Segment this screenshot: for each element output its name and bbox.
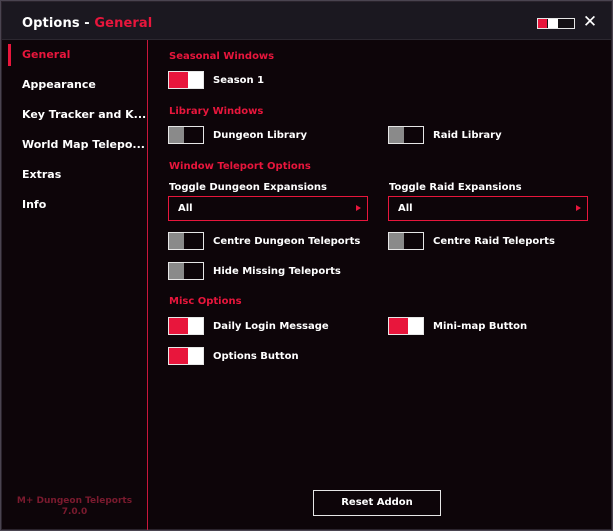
sidebar-item-general[interactable]: General <box>2 44 147 66</box>
options-button-label: Options Button <box>213 351 299 362</box>
toggle-knob <box>548 19 558 28</box>
centre-dungeon-teleports-label: Centre Dungeon Teleports <box>213 236 361 247</box>
raid-library-label: Raid Library <box>433 130 502 141</box>
options-window: Options - General ✕ General Appearance K… <box>0 0 613 531</box>
hide-missing-teleports-label: Hide Missing Teleports <box>213 266 341 277</box>
raid-expansions-value: All <box>398 203 413 214</box>
window-title: Options - General <box>22 16 152 31</box>
dungeon-library-label: Dungeon Library <box>213 130 308 141</box>
addon-name: M+ Dungeon Teleports <box>16 496 133 506</box>
sidebar-item-info[interactable]: Info <box>2 194 147 216</box>
sidebar-item-extras[interactable]: Extras <box>2 164 147 186</box>
raid-expansions-dropdown[interactable]: All <box>388 196 588 221</box>
main-panel: Seasonal Windows Season 1 Library Window… <box>148 40 611 530</box>
daily-login-message-label: Daily Login Message <box>213 321 329 332</box>
dungeon-library-toggle[interactable] <box>168 126 204 144</box>
addon-version: 7.0.0 <box>61 507 88 517</box>
centre-raid-teleports-toggle[interactable] <box>388 232 424 250</box>
toggle-fill <box>538 19 547 28</box>
reset-addon-button[interactable]: Reset Addon <box>313 490 441 516</box>
window-mode-toggle[interactable] <box>537 18 575 29</box>
centre-raid-teleports-label: Centre Raid Teleports <box>433 236 555 247</box>
dropdown-arrow-icon <box>356 205 361 211</box>
dropdown-arrow-icon <box>576 205 581 211</box>
centre-dungeon-teleports-toggle[interactable] <box>168 232 204 250</box>
seasonal-windows-heading: Seasonal Windows <box>169 51 275 62</box>
hide-missing-teleports-toggle[interactable] <box>168 262 204 280</box>
misc-options-heading: Misc Options <box>169 296 242 307</box>
dungeon-expansions-value: All <box>178 203 193 214</box>
close-icon[interactable]: ✕ <box>582 14 598 31</box>
sidebar-item-appearance[interactable]: Appearance <box>2 74 147 96</box>
raid-expansions-label: Toggle Raid Expansions <box>389 182 522 193</box>
season-1-label: Season 1 <box>213 75 265 86</box>
title-prefix: Options - <box>22 16 95 31</box>
title-bar[interactable]: Options - General ✕ <box>2 2 611 40</box>
options-button-toggle[interactable] <box>168 347 204 365</box>
window-teleport-options-heading: Window Teleport Options <box>169 161 311 172</box>
sidebar-item-world-map[interactable]: World Map Telepo... <box>2 134 147 156</box>
season-1-toggle[interactable] <box>168 71 204 89</box>
daily-login-message-toggle[interactable] <box>168 317 204 335</box>
library-windows-heading: Library Windows <box>169 106 264 117</box>
dungeon-expansions-label: Toggle Dungeon Expansions <box>169 182 327 193</box>
sidebar-item-key-tracker[interactable]: Key Tracker and K... <box>2 104 147 126</box>
addon-footer: M+ Dungeon Teleports 7.0.0 <box>2 496 147 518</box>
minimap-button-toggle[interactable] <box>388 317 424 335</box>
dungeon-expansions-dropdown[interactable]: All <box>168 196 368 221</box>
sidebar: General Appearance Key Tracker and K... … <box>2 40 148 530</box>
minimap-button-label: Mini-map Button <box>433 321 528 332</box>
title-section: General <box>94 16 153 31</box>
raid-library-toggle[interactable] <box>388 126 424 144</box>
